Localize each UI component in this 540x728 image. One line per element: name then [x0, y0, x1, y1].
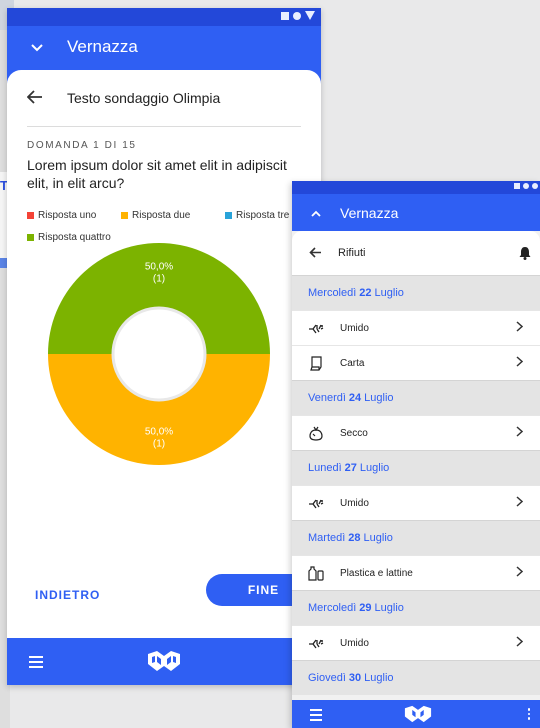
chevron-right-icon [516, 426, 540, 440]
day-header: Mercoledì 22 Luglio [292, 275, 540, 310]
waste-item-label: Umido [340, 322, 369, 334]
back-arrow-icon[interactable] [292, 245, 338, 261]
slice-percent-label: 50,0% [145, 427, 173, 438]
menu-icon[interactable] [29, 656, 43, 668]
bottom-bar [7, 638, 321, 685]
donut-hole [111, 306, 207, 402]
legend-swatch [121, 212, 128, 219]
circle-icon [532, 183, 538, 189]
waste-item-label: Secco [340, 427, 368, 439]
fishbone-icon [292, 322, 340, 334]
waste-item-label: Carta [340, 357, 365, 369]
day-number: 28 [348, 532, 361, 544]
logo-icon [404, 705, 432, 723]
circle-icon [523, 183, 529, 189]
day-number: 22 [359, 287, 372, 299]
app-title: Vernazza [67, 37, 138, 56]
waste-screen: Vernazza Rifiuti Mercoledì 22 Luglio Umido C… [292, 181, 540, 728]
menu-icon[interactable] [310, 709, 322, 721]
circle-icon [293, 11, 301, 20]
day-number: 27 [344, 462, 357, 474]
waste-item[interactable]: Carta [292, 345, 540, 380]
trash-bag-icon [292, 426, 340, 441]
more-options-icon[interactable] [527, 708, 530, 720]
square-icon [281, 11, 289, 20]
bottom-bar [292, 700, 540, 728]
waste-schedule-list: Mercoledì 22 Luglio Umido Carta Venerdì 24 Lugl… [292, 275, 540, 695]
day-header: Lunedì 27 Luglio [292, 450, 540, 485]
legend-swatch [27, 234, 34, 241]
legend-swatch [27, 212, 34, 219]
triangle-icon [305, 11, 315, 20]
fishbone-icon [292, 497, 340, 509]
slice-count-label: (1) [153, 439, 165, 450]
day-weekday: Mercoledì [308, 602, 357, 614]
status-bar [292, 181, 540, 194]
bell-icon[interactable] [510, 246, 540, 260]
survey-header: Testo sondaggio Olimpia [26, 70, 301, 127]
day-header: Venerdì 24 Luglio [292, 380, 540, 415]
app-bar: Vernazza [292, 194, 540, 231]
survey-card: Testo sondaggio Olimpia DOMANDA 1 DI 15 … [7, 70, 321, 638]
page-title: Rifiuti [338, 247, 366, 259]
waste-item[interactable]: Secco [292, 415, 540, 450]
legend-label: Risposta uno [38, 210, 97, 221]
day-number: 24 [348, 392, 362, 404]
paper-icon [292, 355, 340, 371]
waste-item[interactable]: Umido [292, 625, 540, 660]
waste-item-label: Umido [340, 497, 369, 509]
back-arrow-icon[interactable] [26, 88, 67, 109]
chevron-right-icon [516, 496, 540, 510]
waste-item[interactable]: Umido [292, 310, 540, 345]
back-button[interactable]: INDIETRO [35, 588, 100, 602]
day-weekday: Mercoledì [308, 287, 357, 299]
chevron-right-icon [516, 356, 540, 370]
legend-item: Risposta tre [225, 210, 289, 221]
waste-header: Rifiuti [292, 231, 540, 275]
square-icon [514, 183, 520, 189]
slice-count-label: (1) [153, 274, 165, 285]
legend-swatch [225, 212, 232, 219]
waste-item-label: Plastica e lattine [340, 567, 413, 579]
chevron-right-icon [516, 321, 540, 335]
day-weekday: Venerdì [308, 392, 346, 404]
day-weekday: Lunedì [308, 462, 342, 474]
day-month: Luglio [364, 392, 394, 404]
app-title: Vernazza [340, 204, 399, 221]
day-header: Mercoledì 29 Luglio [292, 590, 540, 625]
question-counter: DOMANDA 1 DI 15 [27, 140, 137, 151]
day-weekday: Giovedì [308, 672, 346, 684]
day-month: Luglio [359, 462, 390, 474]
legend-item: Risposta uno [27, 210, 96, 221]
donut-chart: 50,0%(1)50,0%(1) [48, 243, 270, 465]
waste-item[interactable]: Umido [292, 485, 540, 520]
app-bar: Vernazza [7, 26, 321, 68]
chevron-down-icon[interactable] [7, 39, 67, 55]
day-number: 30 [348, 672, 362, 684]
chevron-right-icon [516, 636, 540, 650]
question-text: Lorem ipsum dolor sit amet elit in adipi… [27, 157, 287, 191]
day-number: 29 [359, 602, 372, 614]
slice-percent-label: 50,0% [145, 262, 173, 273]
chevron-up-icon[interactable] [292, 206, 340, 220]
day-weekday: Martedì [308, 532, 346, 544]
bottle-can-icon [292, 565, 340, 581]
legend-item: Risposta due [121, 210, 190, 221]
logo-icon [148, 651, 180, 671]
day-month: Luglio [374, 602, 404, 614]
day-month: Luglio [363, 532, 393, 544]
fishbone-icon [292, 637, 340, 649]
day-header: Martedì 28 Luglio [292, 520, 540, 555]
survey-screen: Vernazza Testo sondaggio Olimpia DOMANDA… [7, 8, 321, 685]
chevron-right-icon [516, 566, 540, 580]
day-month: Luglio [374, 287, 404, 299]
day-header: Giovedì 30 Luglio [292, 660, 540, 695]
page-title: Testo sondaggio Olimpia [67, 90, 221, 106]
legend-label: Risposta due [132, 210, 191, 221]
day-month: Luglio [364, 672, 394, 684]
waste-item[interactable]: Plastica e lattine [292, 555, 540, 590]
waste-item-label: Umido [340, 637, 369, 649]
status-bar [7, 8, 321, 26]
legend-label: Risposta tre [236, 210, 290, 221]
